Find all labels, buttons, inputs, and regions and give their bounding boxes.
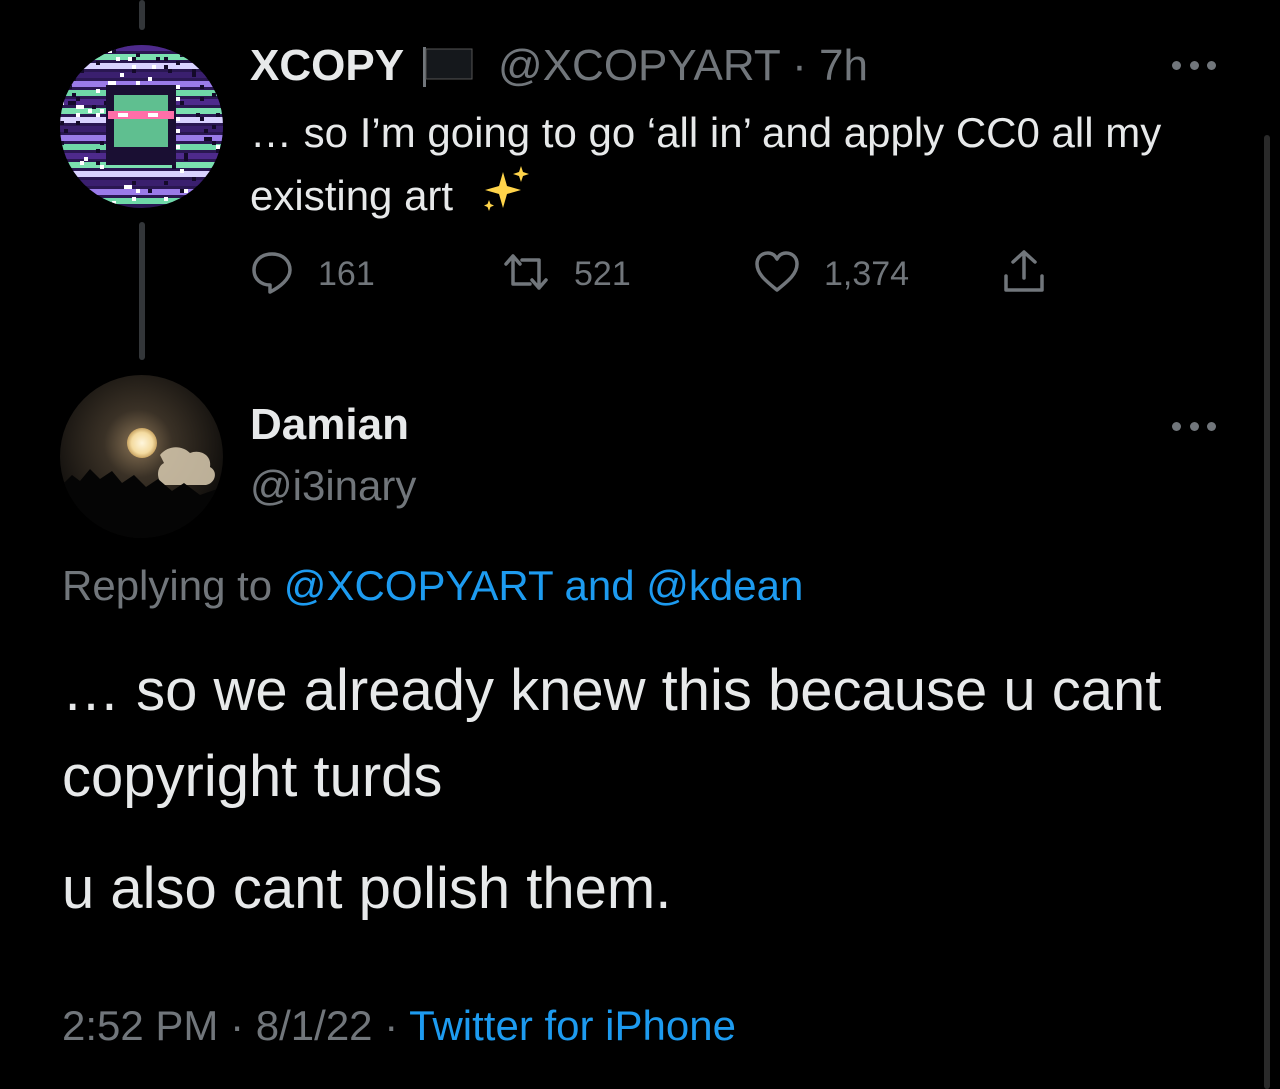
author-name[interactable]: XCOPY — [250, 41, 404, 91]
meta-separator: · — [792, 41, 807, 90]
thread-connector-top — [139, 0, 145, 30]
reply-button[interactable]: 161 — [250, 246, 375, 302]
tweet-time[interactable]: 2:52 PM — [62, 1002, 218, 1049]
reply-text: … so we already knew this because u cant… — [62, 648, 1212, 932]
retweet-button[interactable]: 521 — [502, 246, 631, 302]
reply-count: 161 — [318, 254, 375, 293]
xcopy-avatar[interactable] — [60, 45, 223, 208]
tweet-actions: 161 521 1,374 — [250, 246, 1070, 302]
black-flag-icon — [420, 43, 476, 89]
more-options-icon[interactable] — [1172, 58, 1216, 72]
tweet-meta: 2:52 PM · 8/1/22 · Twitter for iPhone — [62, 1002, 736, 1050]
share-button[interactable] — [1000, 246, 1048, 302]
reply-paragraph: u also cant polish them. — [62, 856, 672, 921]
meta-separator: · — [384, 1002, 399, 1049]
reply-author-name[interactable]: Damian — [250, 400, 409, 450]
mention-link[interactable]: @kdean — [646, 562, 803, 609]
tweet-header: XCOPY @XCOPYART · 7h — [250, 38, 868, 94]
damian-avatar[interactable] — [60, 375, 223, 538]
tweet-text-content: … so I’m going to go ‘all in’ and apply … — [250, 109, 1162, 219]
retweet-count: 521 — [574, 254, 631, 293]
mention-conjunction[interactable]: and — [565, 562, 635, 609]
reply-paragraph: … so we already knew this because u cant… — [62, 658, 1162, 809]
like-count: 1,374 — [824, 254, 910, 293]
replying-to: Replying to @XCOPYART and @kdean — [62, 562, 803, 610]
like-button[interactable]: 1,374 — [754, 246, 909, 302]
tweet-text: … so I’m going to go ‘all in’ and apply … — [250, 102, 1230, 233]
heart-icon — [754, 250, 800, 299]
tweet-source[interactable]: Twitter for iPhone — [409, 1002, 736, 1049]
more-options-icon[interactable] — [1172, 419, 1216, 433]
scrollbar[interactable] — [1264, 135, 1270, 1089]
retweet-icon — [502, 250, 550, 299]
author-handle[interactable]: @XCOPYART — [498, 41, 780, 90]
tweet-time[interactable]: 7h — [819, 41, 868, 90]
thread-connector — [139, 222, 145, 360]
mention-link[interactable]: @XCOPYART — [284, 562, 553, 609]
sparkles-icon — [477, 164, 533, 233]
replying-label: Replying to — [62, 562, 273, 609]
meta-separator: · — [230, 1002, 245, 1049]
tweet-date[interactable]: 8/1/22 — [256, 1002, 373, 1049]
reply-author-handle[interactable]: @i3inary — [250, 462, 416, 510]
share-icon — [1000, 248, 1048, 301]
reply-icon — [250, 250, 294, 299]
